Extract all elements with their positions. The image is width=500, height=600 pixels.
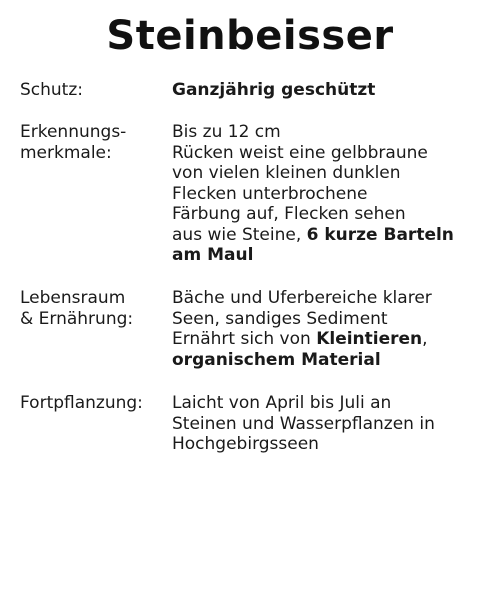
section-fortpflanzung: Fortpflanzung: Laicht von April bis Juli… xyxy=(20,393,490,457)
value-highlight: 6 kurze Barteln xyxy=(306,224,454,245)
value-line: Bäche und Uferbereiche klarer xyxy=(172,288,432,308)
value-line: Flecken unterbrochene xyxy=(172,183,368,204)
value-line: Färbung auf, Flecken sehen xyxy=(172,204,406,224)
label-line: Schutz: xyxy=(20,80,84,100)
page-title: Steinbeisser xyxy=(106,13,394,59)
value-lebensraum: Bäche und Uferbereiche klarer Seen, sand… xyxy=(172,288,482,370)
value-line: Seen, sandiges Sediment xyxy=(172,308,388,329)
label-line: merkmale: xyxy=(20,142,112,163)
label-schutz: Schutz: xyxy=(20,80,170,101)
label-erkennungsmerkmale: Erkennungs- merkmale: xyxy=(20,122,170,163)
value-line-mixed: Ernährt sich von Kleintieren, xyxy=(172,329,482,350)
value-line: von vielen kleinen dunklen xyxy=(172,163,401,183)
label-line: Lebensraum xyxy=(20,288,126,308)
section-erkennungsmerkmale: Erkennungs- merkmale: Bis zu 12 cm Rücke… xyxy=(20,122,490,272)
value-line: Laicht von April bis Juli an xyxy=(172,393,392,413)
value-highlight: am Maul xyxy=(172,245,254,265)
value-line: Steinen und Wasserpflanzen in xyxy=(172,413,435,434)
value-text: Ernährt sich von xyxy=(172,329,317,349)
value-line-mixed: aus wie Steine, 6 kurze Barteln xyxy=(172,225,482,246)
value-erkennungsmerkmale: Bis zu 12 cm Rücken weist eine gelbbraun… xyxy=(172,122,482,266)
value-text: aus wie Steine, xyxy=(172,224,307,245)
section-schutz: Schutz: Ganzjährig geschützt xyxy=(20,80,490,104)
section-lebensraum: Lebensraum & Ernährung: Bäche und Uferbe… xyxy=(20,288,490,372)
value-line: Bis zu 12 cm xyxy=(172,122,281,142)
value-line: Hochgebirgsseen xyxy=(172,434,319,454)
label-line: Fortpflanzung: xyxy=(20,393,143,413)
value-fortpflanzung: Laicht von April bis Juli an Steinen und… xyxy=(172,393,482,455)
label-line: & Ernährung: xyxy=(20,308,134,329)
value-highlight: Kleintieren xyxy=(316,329,423,349)
value-schutz: Ganzjährig geschützt xyxy=(172,80,482,101)
value-line: Ganzjährig geschützt xyxy=(172,80,376,100)
value-highlight: organischem Material xyxy=(172,349,381,370)
label-fortpflanzung: Fortpflanzung: xyxy=(20,393,170,414)
value-text: , xyxy=(422,329,428,349)
label-line: Erkennungs- xyxy=(20,122,127,142)
value-line: Rücken weist eine gelbbraune xyxy=(172,142,428,163)
label-lebensraum: Lebensraum & Ernährung: xyxy=(20,288,170,329)
